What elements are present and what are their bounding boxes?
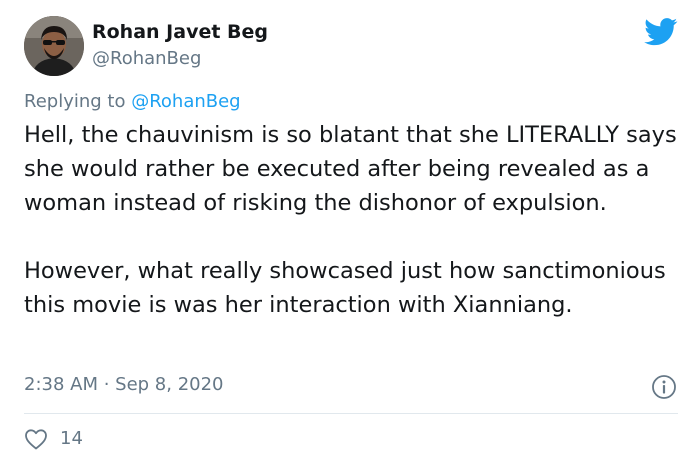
tweet-text: Hell, the chauvinism is so blatant that …	[24, 118, 684, 322]
avatar-image	[24, 16, 84, 76]
tweet-paragraph: However, what really showcased just how …	[24, 258, 666, 318]
like-count: 14	[60, 428, 83, 449]
info-icon[interactable]	[651, 374, 677, 400]
divider	[24, 413, 678, 414]
reply-mention-link[interactable]: @RohanBeg	[131, 91, 240, 112]
twitter-bird-icon[interactable]	[644, 18, 678, 46]
heart-icon[interactable]	[24, 428, 48, 450]
replying-to: Replying to @RohanBeg	[24, 91, 241, 112]
tweet-timestamp[interactable]: 2:38 AM · Sep 8, 2020	[24, 374, 224, 395]
author-name[interactable]: Rohan Javet Beg	[92, 21, 268, 43]
avatar[interactable]	[24, 16, 84, 76]
replying-to-label: Replying to	[24, 91, 132, 112]
author-handle[interactable]: @RohanBeg	[92, 48, 201, 69]
tweet-paragraph: Hell, the chauvinism is so blatant that …	[24, 122, 677, 216]
